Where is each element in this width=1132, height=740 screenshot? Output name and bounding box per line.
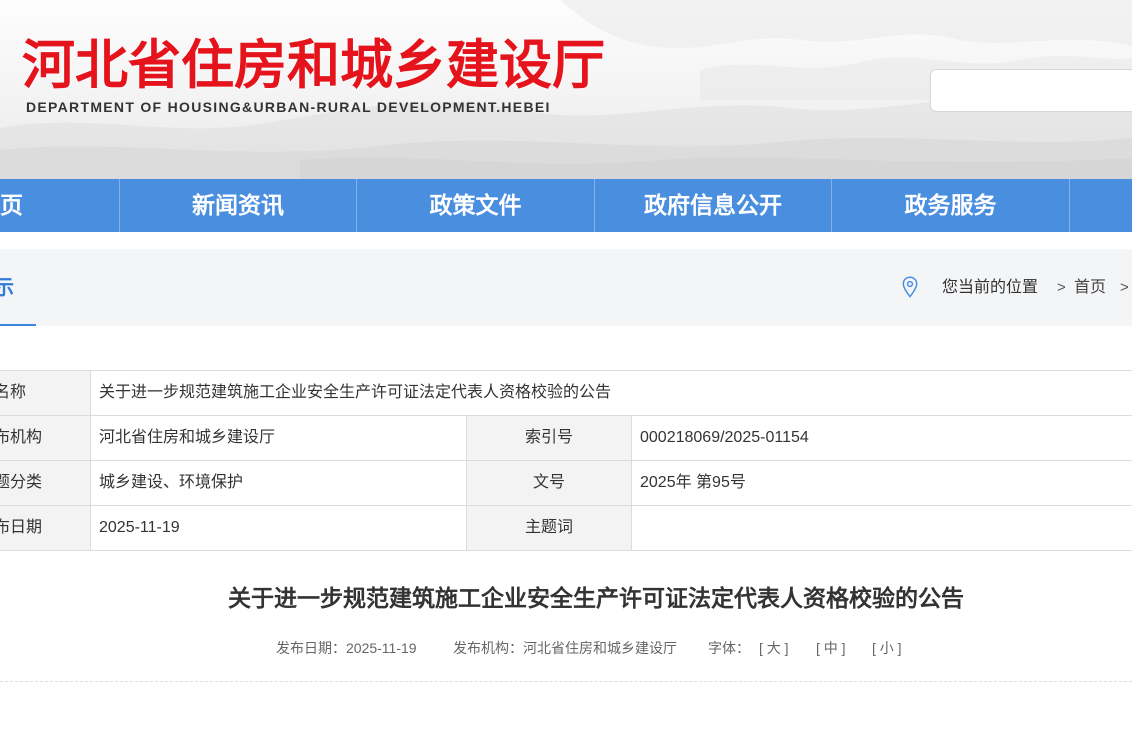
article-divider — [0, 681, 1132, 682]
publish-date-value: 2025-11-19 — [91, 506, 467, 550]
keywords-value — [632, 506, 1132, 550]
breadcrumb-separator: > — [1120, 279, 1129, 296]
nav-item-services[interactable]: 政务服务 — [832, 179, 1070, 232]
table-row: 题分类 城乡建设、环境保护 文号 2025年 第95号 — [0, 461, 1132, 506]
table-label-cell: 名称 — [0, 371, 91, 415]
nav-item-policy[interactable]: 政策文件 — [357, 179, 595, 232]
publisher-value: 河北省住房和城乡建设厅 — [91, 416, 467, 460]
font-size-large-button[interactable]: [ 大 ] — [759, 639, 789, 657]
document-number-value: 2025年 第95号 — [640, 474, 746, 491]
search-input[interactable] — [931, 70, 1132, 111]
breadcrumb-prefix: 您当前的位置 — [942, 279, 1039, 296]
section-bar: 示 您当前的位置 > 首页 > — [0, 249, 1132, 326]
meta-date-label: 发布日期： — [276, 640, 346, 656]
site-subtitle: DEPARTMENT OF HOUSING&URBAN-RURAL DEVELO… — [26, 99, 551, 115]
nav-item-gov-info[interactable]: 政府信息公开 — [595, 179, 832, 232]
font-size-medium-button[interactable]: [ 中 ] — [816, 639, 846, 657]
table-label-cell: 布机构 — [0, 416, 91, 460]
document-number-label: 文号 — [467, 461, 632, 505]
doc-name-value: 关于进一步规范建筑施工企业安全生产许可证法定代表人资格校验的公告 — [99, 384, 612, 401]
index-number-value: 000218069/2025-01154 — [640, 429, 809, 446]
nav-item-news[interactable]: 新闻资讯 — [120, 179, 357, 232]
category-value: 城乡建设、环境保护 — [91, 461, 467, 505]
publisher-label: 布机构 — [0, 429, 43, 446]
main-nav: 页 新闻资讯 政策文件 政府信息公开 政务服务 — [0, 179, 1132, 232]
category-label: 题分类 — [0, 474, 43, 491]
site-header: 河北省住房和城乡建设厅 DEPARTMENT OF HOUSING&URBAN-… — [0, 0, 1132, 179]
section-title: 示 — [0, 277, 14, 299]
nav-item-home[interactable]: 页 — [0, 179, 120, 232]
table-row: 布机构 河北省住房和城乡建设厅 索引号 000218069/2025-01154 — [0, 416, 1132, 461]
meta-publisher-value: 河北省住房和城乡建设厅 — [523, 640, 677, 656]
meta-publisher-label: 发布机构： — [453, 640, 523, 656]
meta-date-value: 2025-11-19 — [346, 640, 417, 656]
location-pin-icon — [902, 276, 918, 298]
font-size-label: 字体： — [708, 640, 750, 656]
font-size-small-button[interactable]: [ 小 ] — [872, 639, 902, 657]
search-box[interactable] — [930, 69, 1132, 112]
table-label-cell: 布日期 — [0, 506, 91, 550]
breadcrumb-separator: > — [1057, 279, 1066, 296]
index-number-label: 索引号 — [467, 416, 632, 460]
article-title: 关于进一步规范建筑施工企业安全生产许可证法定代表人资格校验的公告 — [228, 585, 964, 611]
table-row: 布日期 2025-11-19 主题词 — [0, 506, 1132, 551]
article-meta-date: 发布日期：2025-11-19 — [276, 639, 417, 657]
publish-date-label: 布日期 — [0, 519, 43, 536]
document-info-table: 名称 关于进一步规范建筑施工企业安全生产许可证法定代表人资格校验的公告 布机构 … — [0, 370, 1132, 551]
doc-name-label: 名称 — [0, 384, 27, 401]
keywords-label: 主题词 — [467, 506, 632, 550]
breadcrumb-home-link[interactable]: 首页 — [1074, 278, 1106, 298]
site-title: 河北省住房和城乡建设厅 — [22, 36, 605, 95]
section-title-underline — [0, 324, 36, 326]
table-row: 名称 关于进一步规范建筑施工企业安全生产许可证法定代表人资格校验的公告 — [0, 371, 1132, 416]
table-label-cell: 题分类 — [0, 461, 91, 505]
article-meta-publisher: 发布机构：河北省住房和城乡建设厅 — [453, 639, 677, 657]
